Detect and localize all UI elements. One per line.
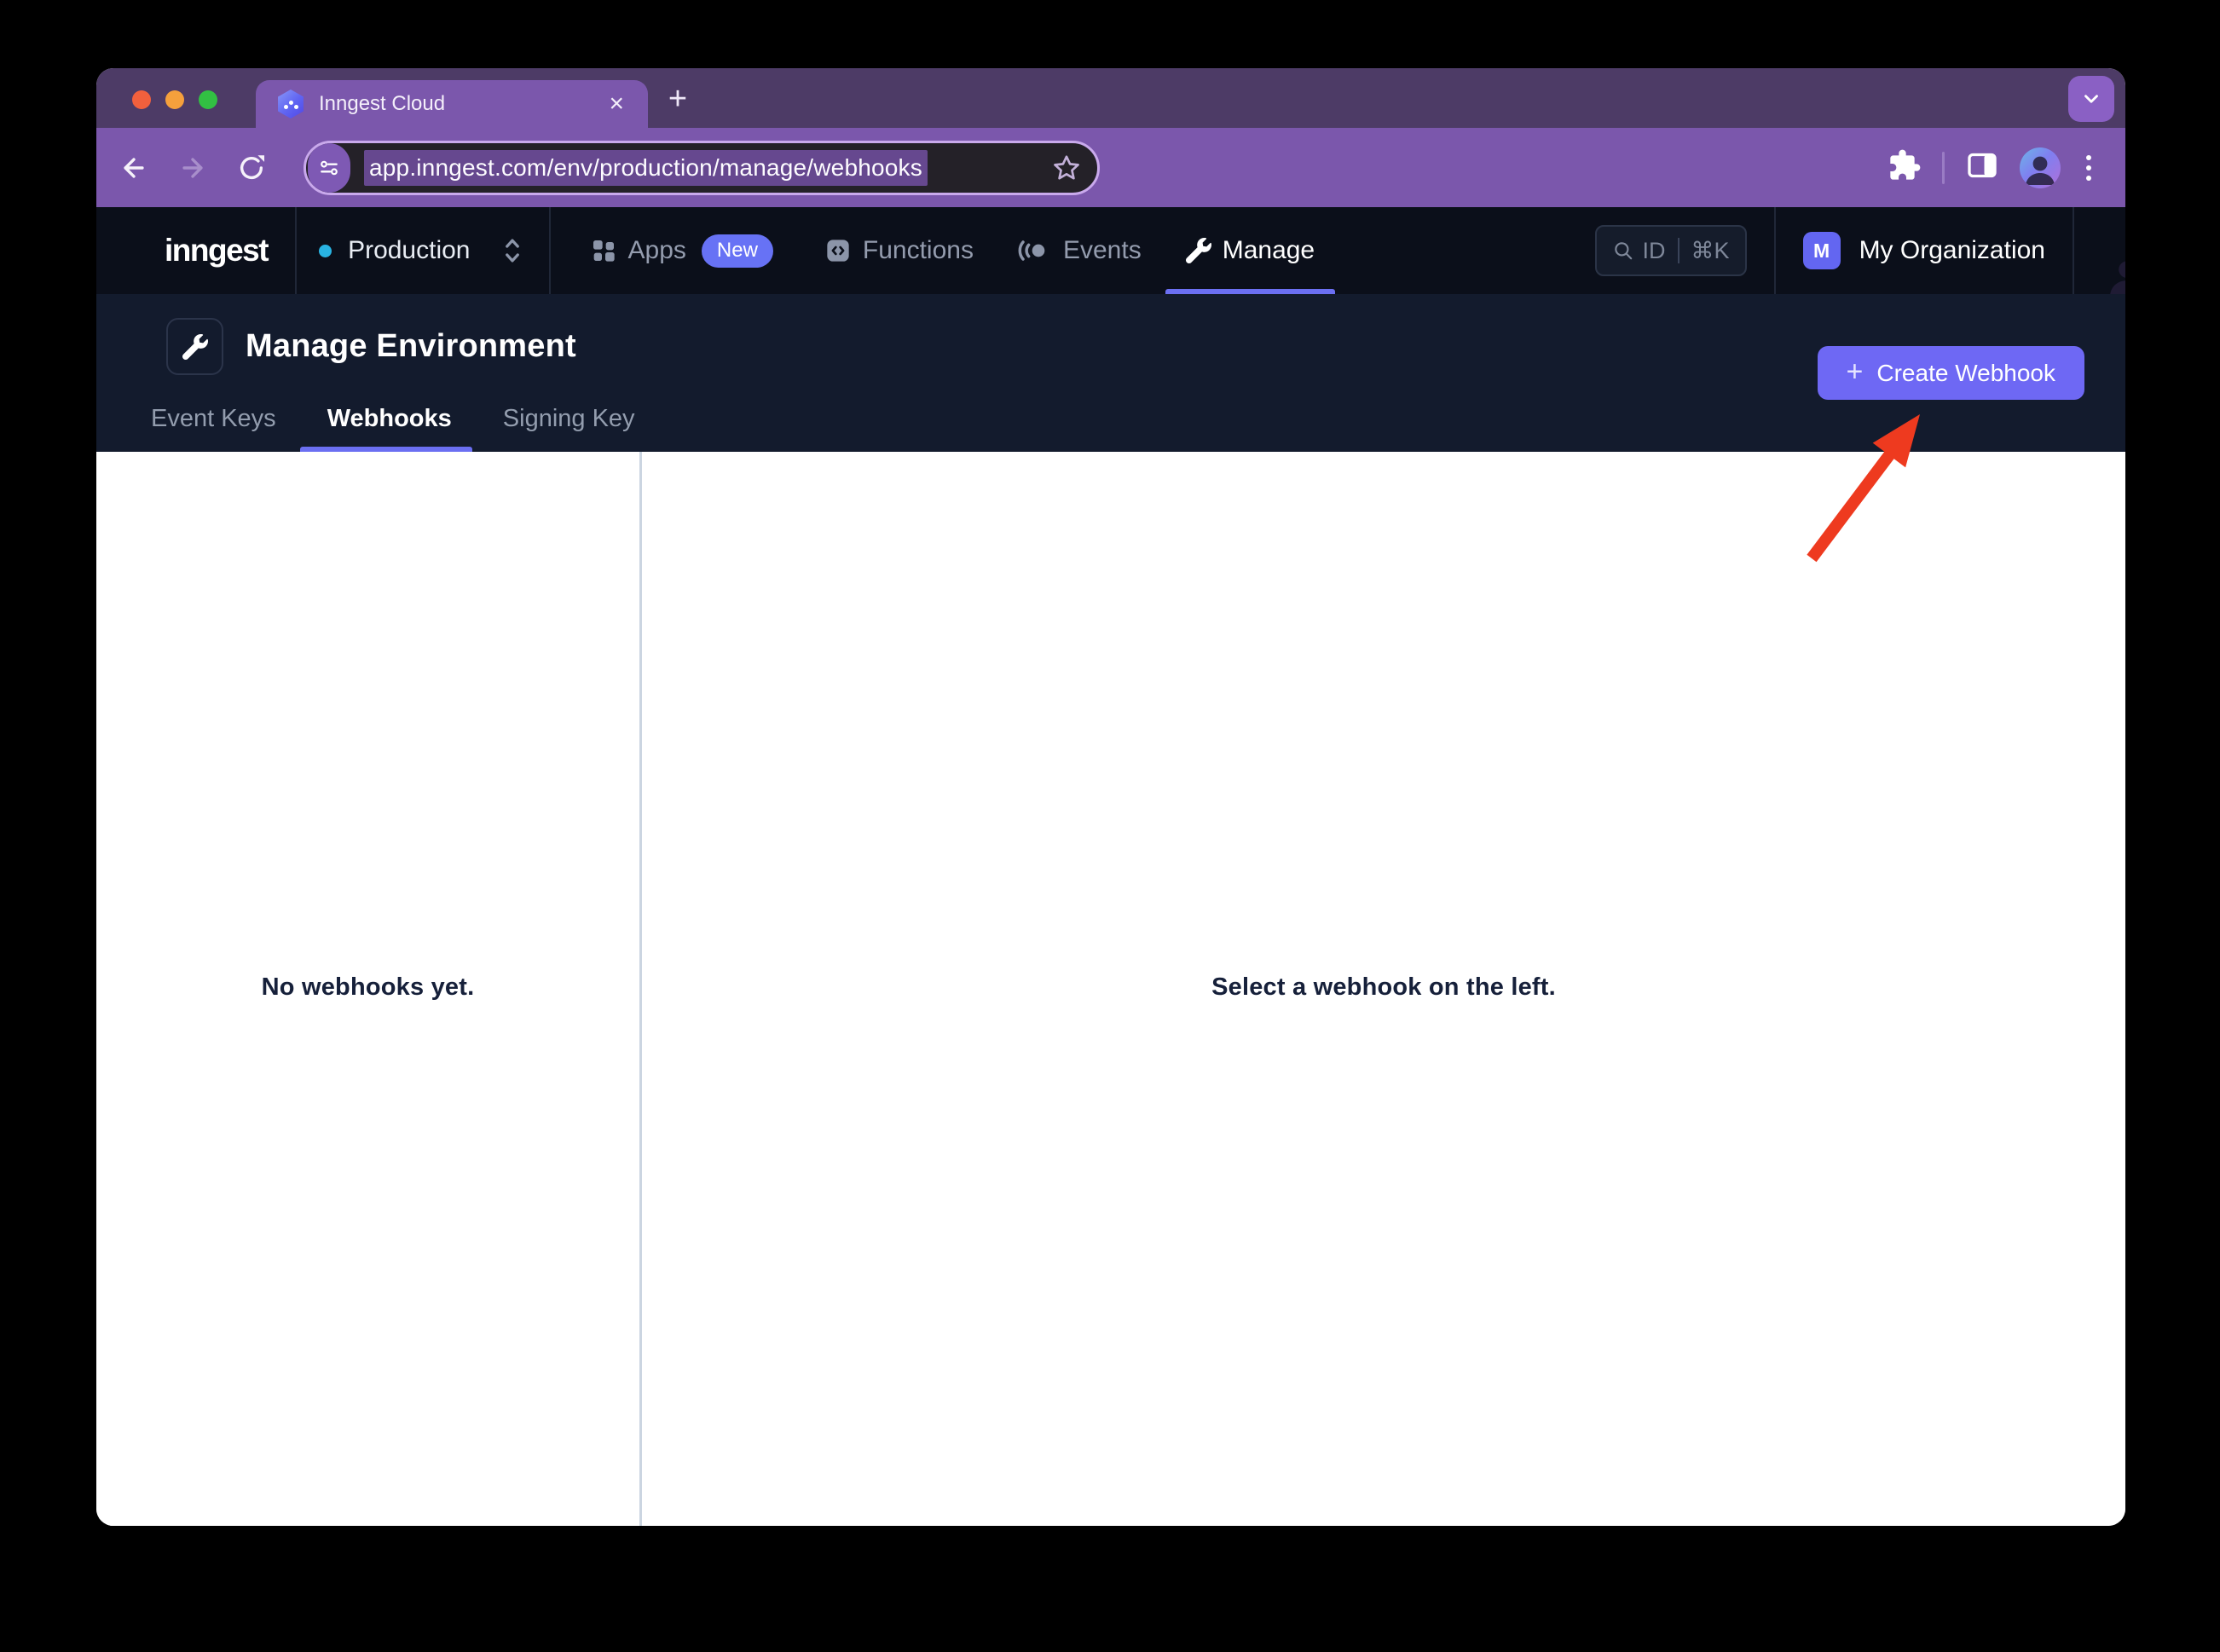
events-signal-icon	[1018, 237, 1052, 264]
site-settings-icon	[318, 157, 340, 179]
apps-grid-icon	[590, 237, 617, 264]
chevron-updown-icon	[500, 234, 525, 268]
nav-divider	[1774, 207, 1776, 294]
minimize-window-button[interactable]	[165, 90, 184, 109]
search-icon	[1612, 240, 1634, 262]
window-controls	[132, 90, 217, 109]
nav-divider	[549, 207, 551, 294]
functions-code-icon	[824, 237, 852, 264]
webhook-detail-empty-message: Select a webhook on the left.	[642, 973, 2125, 1002]
plus-icon: +	[1847, 357, 1864, 386]
nav-item-apps[interactable]: Apps New	[590, 207, 773, 294]
manage-environment-header: Manage Environment Event Keys Webhooks S…	[96, 294, 2125, 452]
nav-right-section: ID ⌘K M My Organization	[1595, 207, 2125, 294]
create-webhook-label: Create Webhook	[1876, 360, 2055, 387]
tab-close-icon[interactable]: ×	[605, 91, 627, 117]
browser-toolbar: app.inngest.com/env/production/manage/we…	[96, 128, 2125, 207]
toolbar-right-controls	[1888, 128, 2096, 207]
manage-tabs: Event Keys Webhooks Signing Key	[96, 385, 635, 452]
organization-badge: M	[1803, 232, 1841, 269]
maximize-window-button[interactable]	[199, 90, 217, 109]
webhooks-content: No webhooks yet. Select a webhook on the…	[96, 452, 2125, 1526]
tab-webhooks[interactable]: Webhooks	[327, 385, 452, 452]
browser-tab-inngest-cloud[interactable]: Inngest Cloud ×	[256, 80, 648, 128]
toolbar-divider	[1942, 152, 1945, 184]
nav-item-manage[interactable]: Manage	[1186, 207, 1315, 294]
search-divider	[1678, 238, 1679, 263]
new-badge: New	[702, 234, 773, 268]
bookmark-star-icon[interactable]	[1049, 151, 1084, 185]
create-webhook-button[interactable]: + Create Webhook	[1818, 346, 2084, 400]
page-title: Manage Environment	[246, 328, 576, 365]
forward-button[interactable]	[173, 148, 212, 188]
nav-divider	[295, 207, 297, 294]
organization-menu[interactable]: M My Organization	[1803, 232, 2045, 269]
nav-label-functions: Functions	[863, 236, 974, 265]
nav-item-events[interactable]: Events	[1018, 207, 1142, 294]
puzzle-icon	[1888, 148, 1922, 182]
environment-selector[interactable]: Production	[319, 234, 524, 268]
browser-profile-avatar[interactable]	[2020, 147, 2061, 188]
nav-label-manage: Manage	[1223, 236, 1315, 265]
extensions-button[interactable]	[1888, 148, 1922, 187]
chevron-down-icon	[2080, 88, 2102, 110]
search-shortcut: ⌘K	[1691, 238, 1730, 264]
search-by-id-button[interactable]: ID ⌘K	[1595, 225, 1747, 276]
webhook-detail-pane: Select a webhook on the left.	[642, 452, 2125, 1526]
tab-search-button[interactable]	[2068, 76, 2114, 122]
tab-signing-key[interactable]: Signing Key	[503, 385, 635, 452]
app-navigation-bar: inngest Production Apps New Functio	[96, 207, 2125, 294]
wrench-icon	[1186, 238, 1211, 263]
wrench-icon	[182, 334, 208, 360]
side-panel-button[interactable]	[1965, 148, 1999, 187]
browser-window: Inngest Cloud × +	[96, 68, 2125, 1526]
tab-title: Inngest Cloud	[319, 92, 605, 116]
tab-event-keys[interactable]: Event Keys	[151, 385, 276, 452]
url-text[interactable]: app.inngest.com/env/production/manage/we…	[364, 150, 928, 186]
nav-label-apps: Apps	[628, 236, 686, 265]
nav-label-events: Events	[1063, 236, 1142, 265]
new-tab-button[interactable]: +	[659, 80, 697, 118]
inngest-favicon-icon	[276, 90, 305, 118]
side-panel-icon	[1965, 148, 1999, 182]
environment-name: Production	[348, 236, 470, 265]
site-info-button[interactable]	[308, 143, 350, 193]
browser-tab-strip: Inngest Cloud × +	[96, 68, 2125, 128]
webhooks-list-pane: No webhooks yet.	[96, 452, 642, 1526]
close-window-button[interactable]	[132, 90, 151, 109]
browser-menu-button[interactable]	[2081, 155, 2096, 181]
webhooks-empty-message: No webhooks yet.	[96, 973, 639, 1002]
manage-environment-icon-box	[166, 318, 223, 375]
search-id-label: ID	[1643, 238, 1666, 264]
nav-item-functions[interactable]: Functions	[824, 207, 974, 294]
address-bar[interactable]: app.inngest.com/env/production/manage/we…	[304, 141, 1100, 195]
inngest-logo[interactable]: inngest	[165, 233, 268, 269]
reload-button[interactable]	[232, 148, 271, 188]
nav-divider	[2073, 207, 2074, 294]
back-button[interactable]	[114, 148, 153, 188]
environment-status-dot	[319, 245, 332, 257]
organization-name: My Organization	[1859, 236, 2045, 265]
